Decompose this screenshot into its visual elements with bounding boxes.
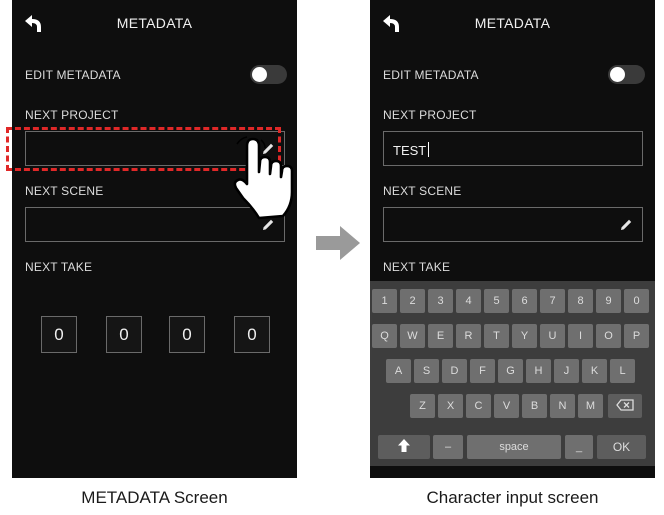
next-take-label: NEXT TAKE: [25, 260, 93, 274]
on-screen-keyboard: 1 2 3 4 5 6 7 8 9 0 Q W E R T Y U I O P …: [370, 281, 655, 466]
key[interactable]: B: [522, 394, 547, 418]
take-digit[interactable]: 0: [106, 316, 142, 353]
backspace-icon: [616, 399, 634, 411]
underscore-key[interactable]: _: [565, 435, 593, 459]
key[interactable]: S: [414, 359, 439, 383]
metadata-screen: METADATA EDIT METADATA NEXT PROJECT NEXT…: [12, 0, 297, 478]
key[interactable]: O: [596, 324, 621, 348]
next-project-value: TEST: [393, 142, 430, 158]
key[interactable]: G: [498, 359, 523, 383]
edit-metadata-label: EDIT METADATA: [25, 68, 121, 82]
key[interactable]: Q: [372, 324, 397, 348]
key[interactable]: 7: [540, 289, 565, 313]
key[interactable]: K: [582, 359, 607, 383]
character-input-screen: METADATA EDIT METADATA NEXT PROJECT TEST…: [370, 0, 655, 478]
key[interactable]: N: [550, 394, 575, 418]
key[interactable]: U: [540, 324, 565, 348]
title-bar: METADATA: [12, 0, 297, 46]
key[interactable]: 5: [484, 289, 509, 313]
tapping-hand-icon: [233, 136, 294, 220]
key[interactable]: R: [456, 324, 481, 348]
next-take-label: NEXT TAKE: [383, 260, 451, 274]
key[interactable]: I: [568, 324, 593, 348]
key[interactable]: L: [610, 359, 635, 383]
title-bar: METADATA: [370, 0, 655, 46]
key[interactable]: 8: [568, 289, 593, 313]
take-digit[interactable]: 0: [41, 316, 77, 353]
key[interactable]: J: [554, 359, 579, 383]
page-title: METADATA: [474, 15, 551, 31]
key[interactable]: 9: [596, 289, 621, 313]
key[interactable]: X: [438, 394, 463, 418]
toggle-knob: [610, 67, 625, 82]
key[interactable]: T: [484, 324, 509, 348]
next-scene-label: NEXT SCENE: [25, 184, 104, 198]
next-project-field[interactable]: TEST: [383, 131, 643, 166]
edit-metadata-label: EDIT METADATA: [383, 68, 479, 82]
take-digit[interactable]: 0: [169, 316, 205, 353]
next-project-label: NEXT PROJECT: [25, 108, 119, 122]
shift-key[interactable]: [378, 435, 430, 459]
key[interactable]: Y: [512, 324, 537, 348]
transition-arrow-icon: [316, 226, 360, 260]
key[interactable]: H: [526, 359, 551, 383]
caption-left: METADATA Screen: [81, 488, 228, 507]
backspace-key[interactable]: [608, 394, 642, 418]
next-scene-label: NEXT SCENE: [383, 184, 462, 198]
edit-metadata-toggle[interactable]: [608, 65, 645, 84]
key[interactable]: 4: [456, 289, 481, 313]
key[interactable]: C: [466, 394, 491, 418]
key[interactable]: 6: [512, 289, 537, 313]
ok-key[interactable]: OK: [597, 435, 646, 459]
key[interactable]: D: [442, 359, 467, 383]
space-key[interactable]: space: [467, 435, 561, 459]
next-project-label: NEXT PROJECT: [383, 108, 477, 122]
next-scene-field[interactable]: [383, 207, 643, 242]
key[interactable]: Z: [410, 394, 435, 418]
key[interactable]: W: [400, 324, 425, 348]
key[interactable]: M: [578, 394, 603, 418]
key[interactable]: E: [428, 324, 453, 348]
dash-key[interactable]: –: [433, 435, 463, 459]
key[interactable]: P: [624, 324, 649, 348]
pencil-icon[interactable]: [618, 217, 634, 233]
key[interactable]: 0: [624, 289, 649, 313]
toggle-knob: [252, 67, 267, 82]
take-digit[interactable]: 0: [234, 316, 270, 353]
key[interactable]: A: [386, 359, 411, 383]
key[interactable]: F: [470, 359, 495, 383]
edit-metadata-toggle[interactable]: [250, 65, 287, 84]
key[interactable]: V: [494, 394, 519, 418]
caption-right: Character input screen: [426, 488, 599, 507]
key[interactable]: 2: [400, 289, 425, 313]
key[interactable]: 3: [428, 289, 453, 313]
key[interactable]: 1: [372, 289, 397, 313]
text-cursor: [428, 142, 430, 157]
page-title: METADATA: [116, 15, 193, 31]
shift-arrow-icon: [398, 439, 410, 452]
